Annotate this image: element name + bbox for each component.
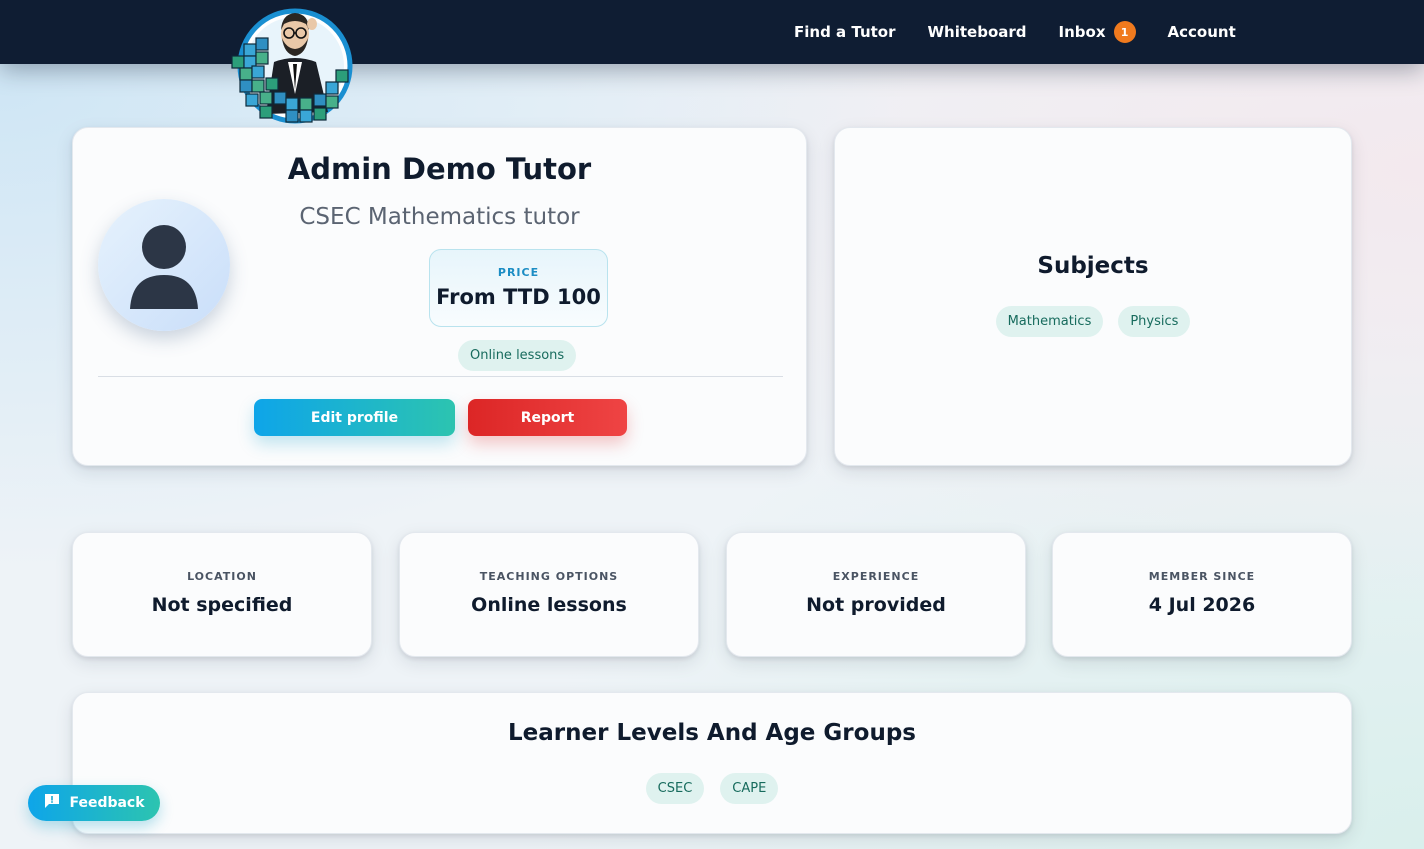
nav-links: Find a Tutor Whiteboard Inbox 1 Account <box>794 0 1268 64</box>
info-card-location: LOCATION Not specified <box>72 532 372 657</box>
info-value: Online lessons <box>471 594 627 616</box>
info-label: EXPERIENCE <box>832 570 920 583</box>
info-label: MEMBER SINCE <box>1148 570 1256 583</box>
tutor-name: Admin Demo Tutor <box>287 152 592 186</box>
edit-profile-button[interactable]: Edit profile <box>254 399 455 436</box>
nav-inbox-label: Inbox <box>1058 23 1106 41</box>
info-value: 4 Jul 2026 <box>1148 594 1256 616</box>
info-card-member-since: MEMBER SINCE 4 Jul 2026 <box>1052 532 1352 657</box>
top-navbar: Find a Tutor Whiteboard Inbox 1 Account <box>0 0 1424 64</box>
nav-find-a-tutor[interactable]: Find a Tutor <box>794 23 896 41</box>
price-label: PRICE <box>497 266 540 279</box>
divider <box>98 376 783 377</box>
levels-card: Learner Levels And Age Groups CSEC CAPE <box>72 692 1352 834</box>
price-value: From TTD 100 <box>436 285 601 309</box>
subjects-list: Mathematics Physics <box>835 306 1351 337</box>
levels-list: CSEC CAPE <box>73 773 1351 804</box>
info-label: TEACHING OPTIONS <box>479 570 619 583</box>
subjects-card: Subjects Mathematics Physics <box>834 127 1352 466</box>
nav-account-label: Account <box>1167 23 1236 41</box>
nav-whiteboard-label: Whiteboard <box>927 23 1027 41</box>
chat-feedback-icon <box>43 792 61 814</box>
nav-whiteboard[interactable]: Whiteboard <box>928 23 1027 41</box>
nav-inbox[interactable]: Inbox 1 <box>1059 21 1136 43</box>
info-value: Not specified <box>151 594 293 616</box>
subject-pill-mathematics: Mathematics <box>995 306 1104 337</box>
subject-pill-physics: Physics <box>1118 306 1191 337</box>
lesson-mode-pill: Online lessons <box>458 340 577 371</box>
tutor-headline: CSEC Mathematics tutor <box>299 204 580 230</box>
subjects-title: Subjects <box>1037 253 1149 279</box>
level-pill-cape: CAPE <box>720 773 779 804</box>
feedback-label: Feedback <box>69 795 145 811</box>
profile-card: Admin Demo Tutor CSEC Mathematics tutor … <box>72 127 807 466</box>
inbox-badge: 1 <box>1113 21 1136 43</box>
info-value: Not provided <box>806 594 946 616</box>
info-label: LOCATION <box>187 570 257 583</box>
level-pill-csec: CSEC <box>645 773 705 804</box>
info-card-experience: EXPERIENCE Not provided <box>726 532 1026 657</box>
levels-title: Learner Levels And Age Groups <box>508 720 916 746</box>
nav-account[interactable]: Account <box>1168 23 1236 41</box>
price-box: PRICE From TTD 100 <box>429 249 608 327</box>
info-card-teaching-options: TEACHING OPTIONS Online lessons <box>399 532 699 657</box>
feedback-button[interactable]: Feedback <box>28 785 160 821</box>
nav-find-a-tutor-label: Find a Tutor <box>794 23 896 41</box>
tutor-mascot-logo[interactable] <box>226 4 364 128</box>
report-button[interactable]: Report <box>468 399 627 436</box>
